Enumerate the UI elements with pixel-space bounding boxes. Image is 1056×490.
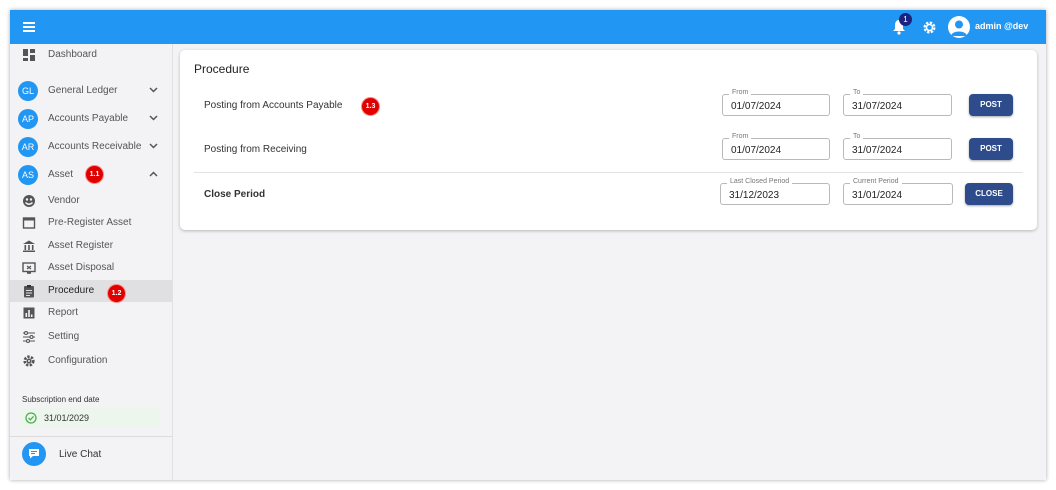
- step-marker-1-3: 1.3: [362, 98, 379, 115]
- field-value: 01/07/2024: [731, 145, 782, 156]
- field-label: Last Closed Period: [727, 178, 793, 185]
- sidebar-item-setting[interactable]: Setting: [10, 326, 172, 348]
- chat-icon: [29, 449, 39, 459]
- step-marker-1-2: 1.2: [108, 285, 125, 302]
- accounts-payable-avatar: AP: [18, 109, 38, 129]
- sidebar: Dashboard GL General Ledger AP Accounts …: [10, 44, 173, 480]
- field-label: Current Period: [850, 178, 902, 185]
- chevron-down-icon: [149, 87, 158, 93]
- chevron-up-icon: [149, 171, 158, 177]
- sidebar-item-label: Pre-Register Asset: [48, 217, 132, 228]
- field-label: From: [729, 89, 752, 96]
- sidebar-item-label: Asset Disposal: [48, 262, 115, 273]
- sidebar-item-label: Asset Register: [48, 240, 114, 251]
- sidebar-item-label: Accounts Receivable: [48, 141, 142, 152]
- from-date-field[interactable]: From 01/07/2024: [722, 133, 830, 160]
- close-button[interactable]: CLOSE: [965, 183, 1013, 205]
- window-icon: [22, 217, 36, 229]
- vendor-icon: [23, 195, 35, 207]
- page-title: Procedure: [194, 62, 250, 76]
- sidebar-divider: [10, 436, 172, 437]
- sidebar-item-vendor[interactable]: Vendor: [10, 190, 172, 212]
- sidebar-item-general-ledger[interactable]: GL General Ledger: [10, 80, 172, 102]
- field-label: From: [729, 133, 752, 140]
- sidebar-item-accounts-payable[interactable]: AP Accounts Payable: [10, 108, 172, 130]
- field-value: 31/01/2024: [852, 190, 903, 201]
- row-label-posting-accounts-payable: Posting from Accounts Payable: [204, 100, 343, 111]
- field-value: 31/07/2024: [852, 145, 903, 156]
- settings-gear-icon[interactable]: [922, 20, 937, 35]
- post-button[interactable]: POST: [969, 94, 1013, 116]
- to-date-field[interactable]: To 31/07/2024: [843, 133, 952, 160]
- user-icon: [951, 20, 967, 36]
- sidebar-item-label: Vendor: [48, 195, 80, 206]
- sliders-icon: [23, 330, 35, 344]
- field-label: To: [850, 89, 864, 96]
- live-chat-label[interactable]: Live Chat: [59, 449, 101, 460]
- sidebar-item-label: Accounts Payable: [48, 113, 129, 124]
- row-divider: [194, 172, 1023, 173]
- last-closed-period-field[interactable]: Last Closed Period 31/12/2023: [720, 178, 830, 205]
- field-value: 01/07/2024: [731, 101, 782, 112]
- notification-count-badge: 1: [899, 13, 912, 26]
- sidebar-item-procedure[interactable]: Procedure: [10, 280, 172, 302]
- check-circle-icon: [25, 412, 37, 424]
- general-ledger-avatar: GL: [18, 81, 38, 101]
- field-value: 31/12/2023: [729, 190, 780, 201]
- dashboard-icon: [23, 49, 35, 61]
- step-marker-1-1: 1.1: [86, 166, 103, 183]
- user-avatar[interactable]: [948, 16, 970, 38]
- sidebar-item-label: Report: [48, 307, 79, 318]
- procedure-card: Procedure Posting from Accounts Payable …: [180, 50, 1037, 230]
- field-label: To: [850, 133, 864, 140]
- live-chat-button[interactable]: [22, 442, 46, 466]
- asset-avatar: AS: [18, 165, 38, 185]
- app-window: 1 admin @dev Dashboard GL General Ledger…: [10, 10, 1046, 480]
- monitor-icon: [22, 262, 36, 274]
- sidebar-item-asset-register[interactable]: Asset Register: [10, 235, 172, 257]
- subscription-label: Subscription end date: [22, 395, 100, 404]
- sidebar-item-label: General Ledger: [48, 85, 118, 96]
- field-value: 31/07/2024: [852, 101, 903, 112]
- row-label-close-period: Close Period: [204, 189, 266, 200]
- from-date-field[interactable]: From 01/07/2024: [722, 89, 830, 116]
- gear-icon: [23, 355, 35, 367]
- sidebar-item-label: Asset: [48, 169, 74, 180]
- sidebar-item-label: Setting: [48, 331, 80, 342]
- sidebar-item-pre-register-asset[interactable]: Pre-Register Asset: [10, 212, 172, 234]
- top-app-bar: 1 admin @dev: [10, 10, 1046, 44]
- sidebar-item-label: Configuration: [48, 355, 108, 366]
- hamburger-menu-icon[interactable]: [22, 20, 36, 34]
- chevron-down-icon: [149, 143, 158, 149]
- clipboard-icon: [24, 285, 34, 298]
- accounts-receivable-avatar: AR: [18, 137, 38, 157]
- current-period-field[interactable]: Current Period 31/01/2024: [843, 178, 953, 205]
- sidebar-item-asset-disposal[interactable]: Asset Disposal: [10, 257, 172, 279]
- sidebar-item-dashboard[interactable]: Dashboard: [10, 44, 172, 66]
- sidebar-item-accounts-receivable[interactable]: AR Accounts Receivable: [10, 136, 172, 158]
- subscription-date: 31/01/2029: [44, 413, 90, 423]
- post-button[interactable]: POST: [969, 138, 1013, 160]
- subscription-date-box: 31/01/2029: [20, 408, 160, 428]
- user-name[interactable]: admin @dev: [975, 21, 1028, 31]
- bank-icon: [23, 240, 35, 252]
- sidebar-item-label: Procedure: [48, 285, 95, 296]
- to-date-field[interactable]: To 31/07/2024: [843, 89, 952, 116]
- chevron-down-icon: [149, 115, 158, 121]
- sidebar-item-label: Dashboard: [48, 49, 97, 60]
- row-label-posting-receiving: Posting from Receiving: [204, 144, 307, 155]
- chart-icon: [23, 307, 35, 319]
- sidebar-item-report[interactable]: Report: [10, 302, 172, 324]
- sidebar-item-configuration[interactable]: Configuration: [10, 350, 172, 372]
